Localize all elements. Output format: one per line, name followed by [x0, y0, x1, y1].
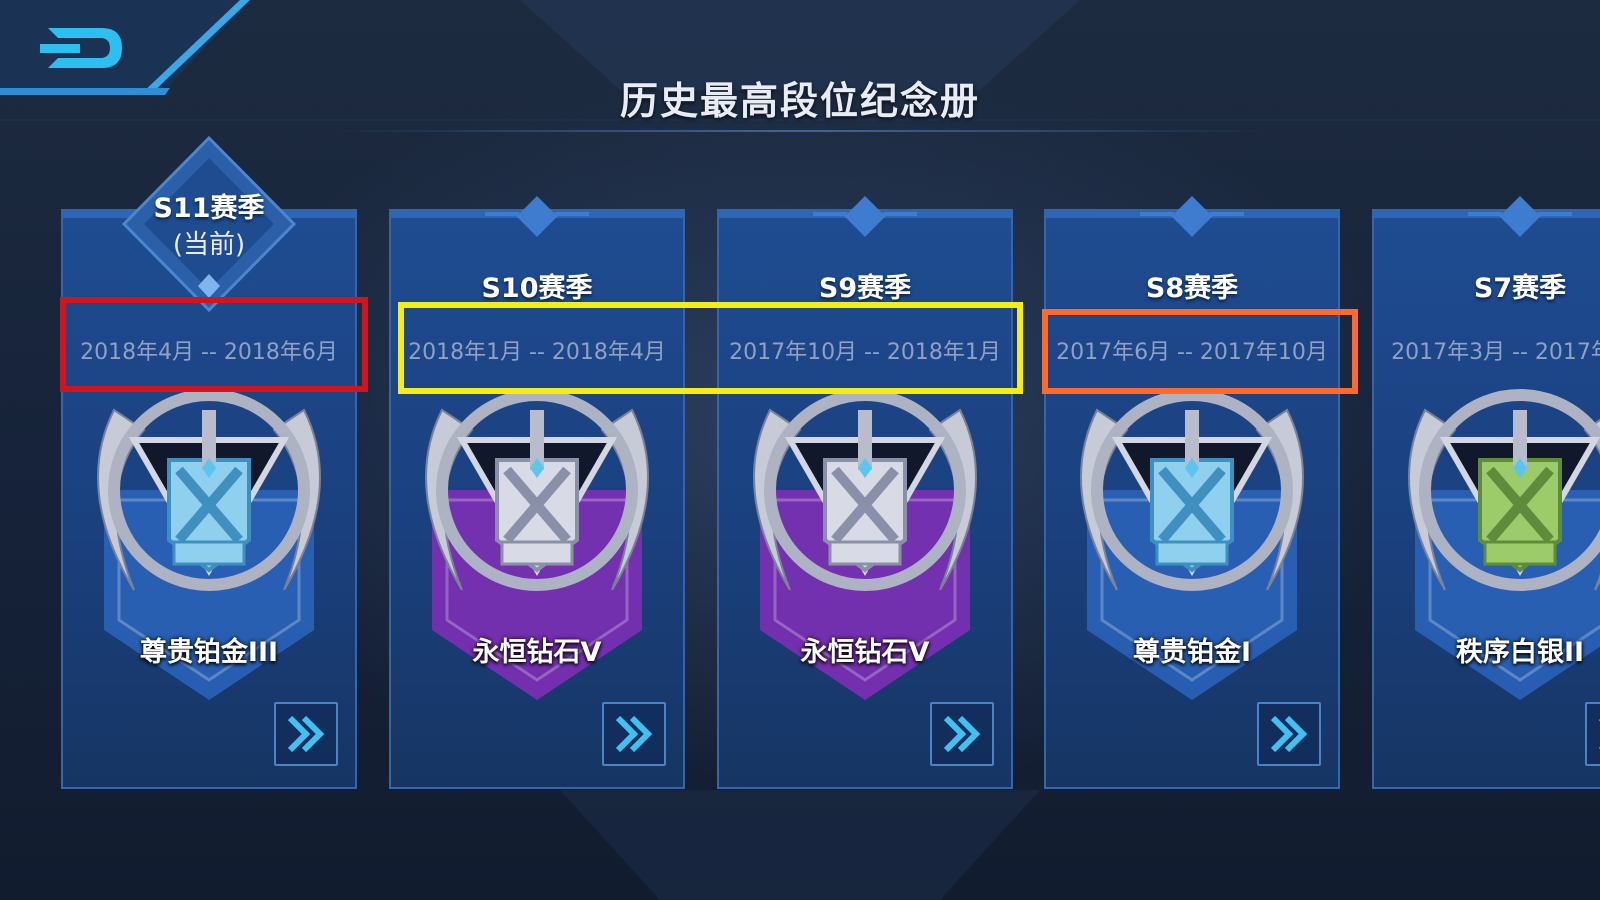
season-dates: 2017年3月 -- 2017年6月 — [1391, 340, 1600, 365]
double-chevron-right-icon — [615, 715, 653, 753]
season-dates: 2018年1月 -- 2018年4月 — [408, 340, 666, 365]
season-card[interactable]: S9赛季 2017年10月 -- 2018年1月 永恒钻石V — [717, 196, 1013, 789]
detail-button[interactable] — [274, 702, 338, 766]
season-card[interactable]: S11赛季 (当前) 2018年4月 -- 2018年6月 尊贵铂金III — [61, 135, 357, 789]
season-card[interactable]: S8赛季 2017年6月 -- 2017年10月 尊贵铂金I — [1044, 196, 1340, 789]
rank-name: 秩序白银II — [1455, 637, 1585, 668]
double-chevron-right-icon — [943, 715, 981, 753]
detail-button[interactable] — [1257, 702, 1321, 766]
double-chevron-right-icon — [287, 715, 325, 753]
double-chevron-right-icon — [1270, 715, 1308, 753]
detail-button[interactable] — [930, 702, 994, 766]
current-season-label: (当前) — [172, 230, 246, 260]
season-title: S9赛季 — [818, 273, 912, 304]
page-title: 历史最高段位纪念册 — [619, 79, 980, 123]
season-card[interactable]: S7赛季 2017年3月 -- 2017年6月 秩序白银II — [1372, 196, 1600, 789]
season-title: S7赛季 — [1473, 273, 1567, 304]
season-card[interactable]: S10赛季 2018年1月 -- 2018年4月 永恒钻石V — [389, 196, 685, 789]
detail-button[interactable] — [602, 702, 666, 766]
season-dates: 2018年4月 -- 2018年6月 — [80, 340, 338, 365]
season-title: S8赛季 — [1145, 273, 1239, 304]
rank-name: 永恒钻石V — [800, 637, 930, 668]
rank-name: 尊贵铂金I — [1132, 637, 1252, 668]
rank-name: 尊贵铂金III — [139, 637, 279, 668]
detail-button[interactable] — [1585, 702, 1600, 766]
season-title: S11赛季 — [153, 193, 265, 224]
season-title: S10赛季 — [481, 273, 593, 304]
title-divider — [330, 130, 1270, 132]
season-dates: 2017年6月 -- 2017年10月 — [1056, 340, 1328, 365]
season-dates: 2017年10月 -- 2018年1月 — [729, 340, 1001, 365]
rank-name: 永恒钻石V — [472, 637, 602, 668]
double-chevron-right-icon — [1598, 719, 1600, 749]
